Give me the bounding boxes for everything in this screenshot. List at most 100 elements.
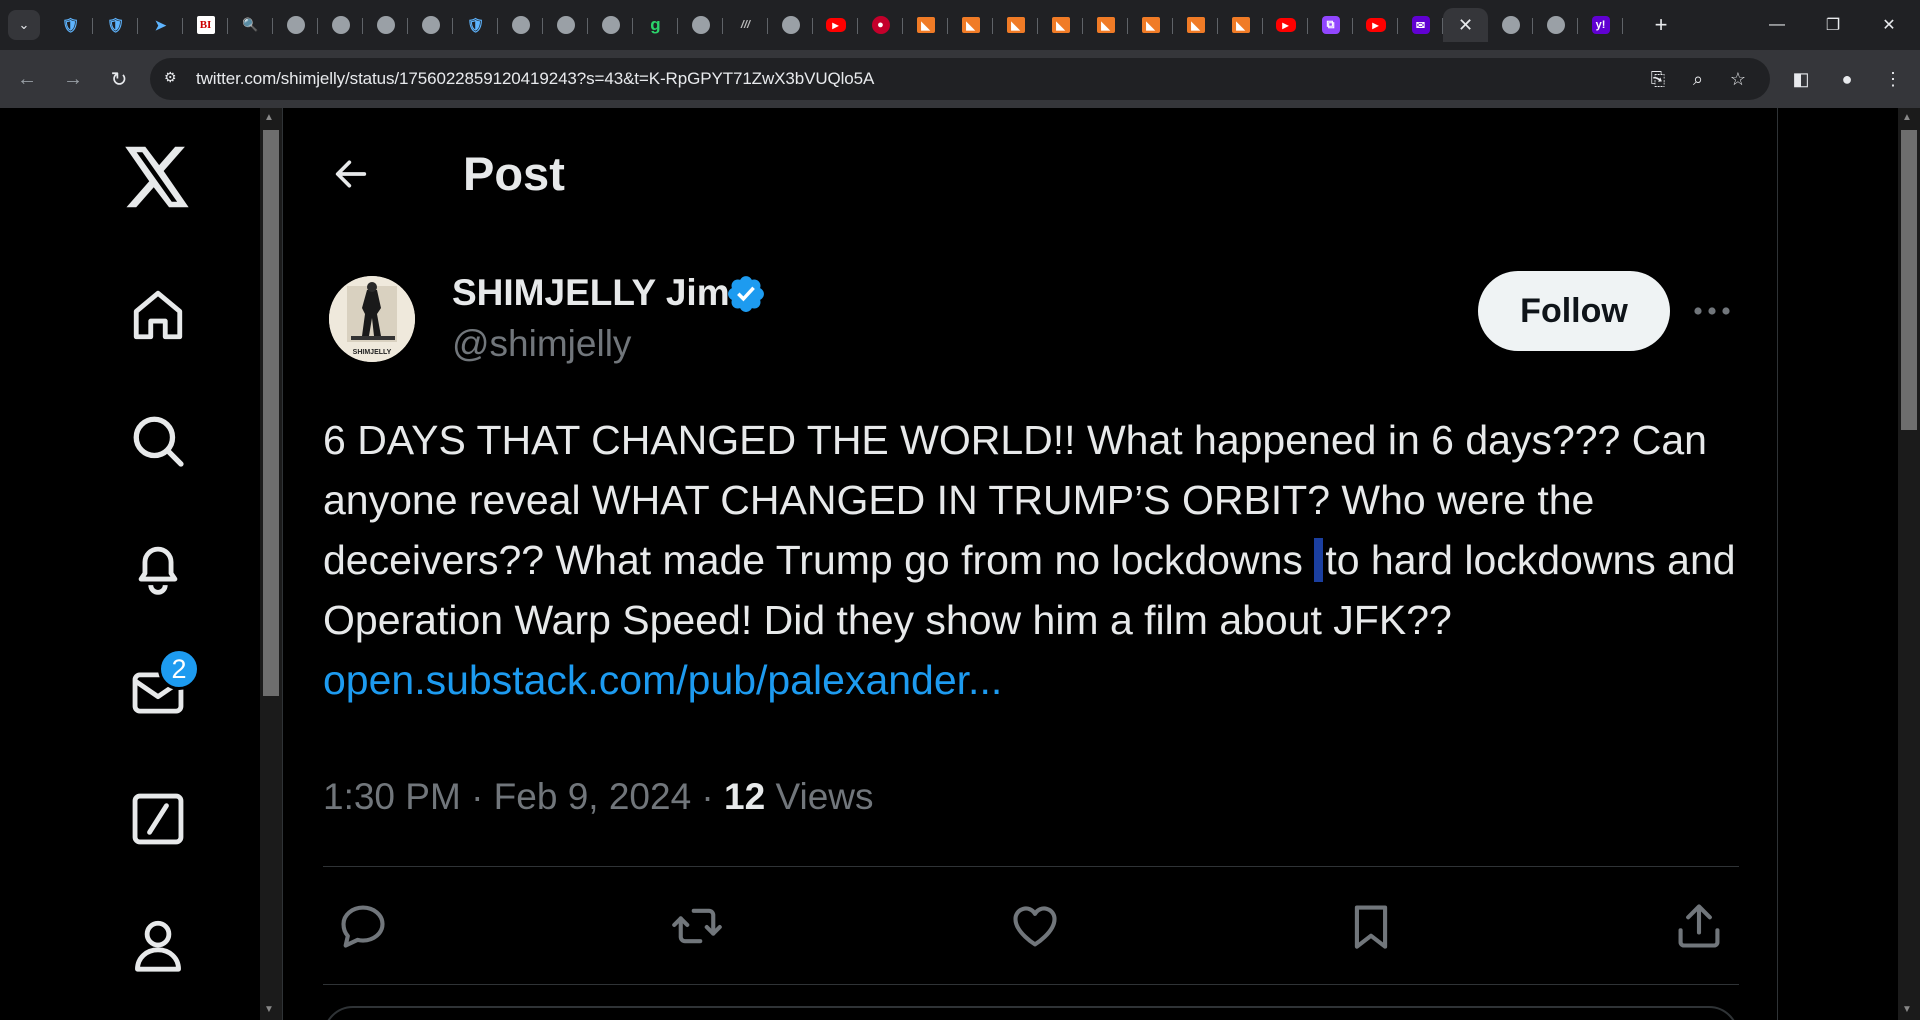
globe-icon	[691, 16, 710, 34]
share-icon[interactable]	[1669, 896, 1729, 956]
browser-tab[interactable]: ➤	[138, 8, 183, 42]
browser-tab[interactable]: 🔍	[228, 8, 273, 42]
bookmark-star-icon[interactable]: ☆	[1726, 67, 1750, 91]
globe-icon	[421, 16, 440, 34]
browser-tab[interactable]: ///	[723, 8, 768, 42]
tweet-link[interactable]: open.substack.com/pub/palexander...	[323, 657, 1002, 703]
new-tab-button[interactable]: +	[1646, 10, 1676, 40]
browser-tab[interactable]: 🛡	[48, 8, 93, 42]
browser-tab[interactable]: ◣	[1173, 8, 1218, 42]
back-nav-button[interactable]: ←	[12, 64, 42, 94]
browser-tab[interactable]: 🛡	[453, 8, 498, 42]
tab-list: 🛡 🛡 ➤ BI 🔍 🛡 g /// ▶ ● ◣ ◣ ◣ ◣ ◣ ◣ ◣ ◣ ▶ ⧉ ▶ ✉ ✕ y!	[48, 8, 1623, 42]
verified-badge-icon	[725, 273, 767, 320]
browser-tab[interactable]: ⧉	[1308, 8, 1353, 42]
more-options-icon[interactable]	[1689, 294, 1735, 328]
window-close-button[interactable]: ✕	[1866, 10, 1912, 40]
browser-tab[interactable]	[768, 8, 813, 42]
notifications-bell-icon[interactable]	[125, 534, 191, 600]
bookmark-icon[interactable]	[1341, 896, 1401, 956]
profile-person-icon[interactable]	[125, 912, 191, 978]
tweet-body: 6 DAYS THAT CHANGED THE WORLD!! What hap…	[323, 410, 1753, 710]
browser-tab[interactable]	[318, 8, 363, 42]
browser-tab[interactable]: y!	[1578, 8, 1623, 42]
browser-tab[interactable]: ◣	[903, 8, 948, 42]
browser-tab[interactable]: ◣	[948, 8, 993, 42]
browser-tab[interactable]: ◣	[1128, 8, 1173, 42]
bookmark-site-icon: ◣	[1141, 17, 1160, 33]
restore-button[interactable]: ❐	[1810, 10, 1856, 40]
bookmark-site-icon: ◣	[1096, 17, 1115, 33]
install-app-icon[interactable]: ⎘	[1646, 67, 1670, 91]
avatar[interactable]: SHIMJELLY	[329, 276, 415, 362]
zoom-icon[interactable]: ⌕	[1686, 67, 1710, 91]
minimize-button[interactable]: —	[1754, 10, 1800, 40]
scroll-up-arrow-icon[interactable]: ▲	[1902, 112, 1912, 123]
side-panel-icon[interactable]: ◧	[1786, 64, 1816, 94]
globe-icon	[511, 16, 530, 34]
reply-icon[interactable]	[333, 896, 393, 956]
grok-slash-icon[interactable]	[125, 786, 191, 852]
browser-tab[interactable]: ✕	[1443, 8, 1488, 42]
browser-tab[interactable]	[363, 8, 408, 42]
browser-tab[interactable]: ▶	[813, 8, 858, 42]
scroll-down-arrow-icon[interactable]: ▼	[264, 1004, 274, 1015]
browser-tab[interactable]: ◣	[1083, 8, 1128, 42]
browser-tab[interactable]: BI	[183, 8, 228, 42]
page-scrollbar[interactable]: ▲ ▼	[1898, 108, 1920, 1020]
browser-tab[interactable]: ◣	[993, 8, 1038, 42]
browser-tab[interactable]: ▶	[1353, 8, 1398, 42]
close-icon[interactable]: ✕	[1458, 15, 1473, 36]
browser-tab[interactable]	[1488, 8, 1533, 42]
reload-button[interactable]: ↻	[104, 64, 134, 94]
site-info-icon[interactable]: ⚙	[164, 69, 177, 86]
like-heart-icon[interactable]	[1005, 896, 1065, 956]
author-handle[interactable]: @shimjelly	[452, 323, 631, 365]
browser-tab[interactable]	[543, 8, 588, 42]
nav-scrollbar-thumb[interactable]	[263, 130, 279, 696]
browser-tab-bar: ⌄ 🛡 🛡 ➤ BI 🔍 🛡 g /// ▶ ● ◣ ◣ ◣ ◣ ◣ ◣ ◣ ◣ ▶ ⧉ ▶ ✉ ✕ y! + — ❐ ✕	[0, 0, 1920, 50]
follow-button[interactable]: Follow	[1478, 271, 1670, 351]
url-text[interactable]: twitter.com/shimjelly/status/17560228591…	[196, 69, 874, 89]
globe-icon	[1501, 16, 1520, 34]
browser-tab[interactable]	[678, 8, 723, 42]
scroll-up-arrow-icon[interactable]: ▲	[264, 112, 274, 123]
browser-tab[interactable]: g	[633, 8, 678, 42]
browser-tab[interactable]: ●	[858, 8, 903, 42]
page-scrollbar-thumb[interactable]	[1901, 130, 1917, 430]
browser-tab[interactable]: ✉	[1398, 8, 1443, 42]
browser-tab[interactable]: ▶	[1263, 8, 1308, 42]
explore-search-icon[interactable]	[125, 408, 191, 474]
repost-icon[interactable]	[667, 896, 727, 956]
tweet-timestamp[interactable]: 1:30 PM · Feb 9, 2024 ·	[323, 776, 724, 817]
text-logo-icon: ///	[740, 19, 751, 31]
browser-tab[interactable]	[498, 8, 543, 42]
home-icon[interactable]	[125, 282, 191, 348]
browser-tab[interactable]	[408, 8, 453, 42]
browser-tab[interactable]	[1533, 8, 1578, 42]
browser-menu-icon[interactable]: ⋮	[1878, 64, 1908, 94]
avatar-caption: SHIMJELLY	[353, 349, 392, 356]
browser-tab[interactable]: ◣	[1218, 8, 1263, 42]
author-name[interactable]: SHIMJELLY Jim	[452, 272, 730, 314]
forward-nav-button[interactable]: →	[58, 64, 88, 94]
browser-tab[interactable]: 🛡	[93, 8, 138, 42]
x-logo-icon[interactable]	[125, 144, 191, 210]
bookmark-site-icon: ◣	[961, 17, 980, 33]
text-cursor	[1314, 538, 1324, 582]
bookmark-site-icon: ◣	[1186, 17, 1205, 33]
profile-icon[interactable]: ●	[1832, 64, 1862, 94]
browser-toolbar: ← → ↻ ⚙ twitter.com/shimjelly/status/175…	[0, 50, 1920, 108]
nav-scrollbar[interactable]: ▲ ▼	[260, 108, 282, 1020]
globe-icon	[601, 16, 620, 34]
bookmark-site-icon: ◣	[1051, 17, 1070, 33]
browser-tab[interactable]	[588, 8, 633, 42]
browser-tab[interactable]: ◣	[1038, 8, 1083, 42]
address-bar[interactable]: ⚙ twitter.com/shimjelly/status/175602285…	[150, 58, 1770, 100]
reply-composer[interactable]	[323, 1006, 1739, 1020]
tab-search-button[interactable]: ⌄	[8, 10, 40, 40]
browser-tab[interactable]	[273, 8, 318, 42]
scroll-down-arrow-icon[interactable]: ▼	[1902, 1004, 1912, 1015]
back-arrow-button[interactable]	[323, 146, 379, 202]
shield-icon: 🛡	[466, 16, 485, 33]
